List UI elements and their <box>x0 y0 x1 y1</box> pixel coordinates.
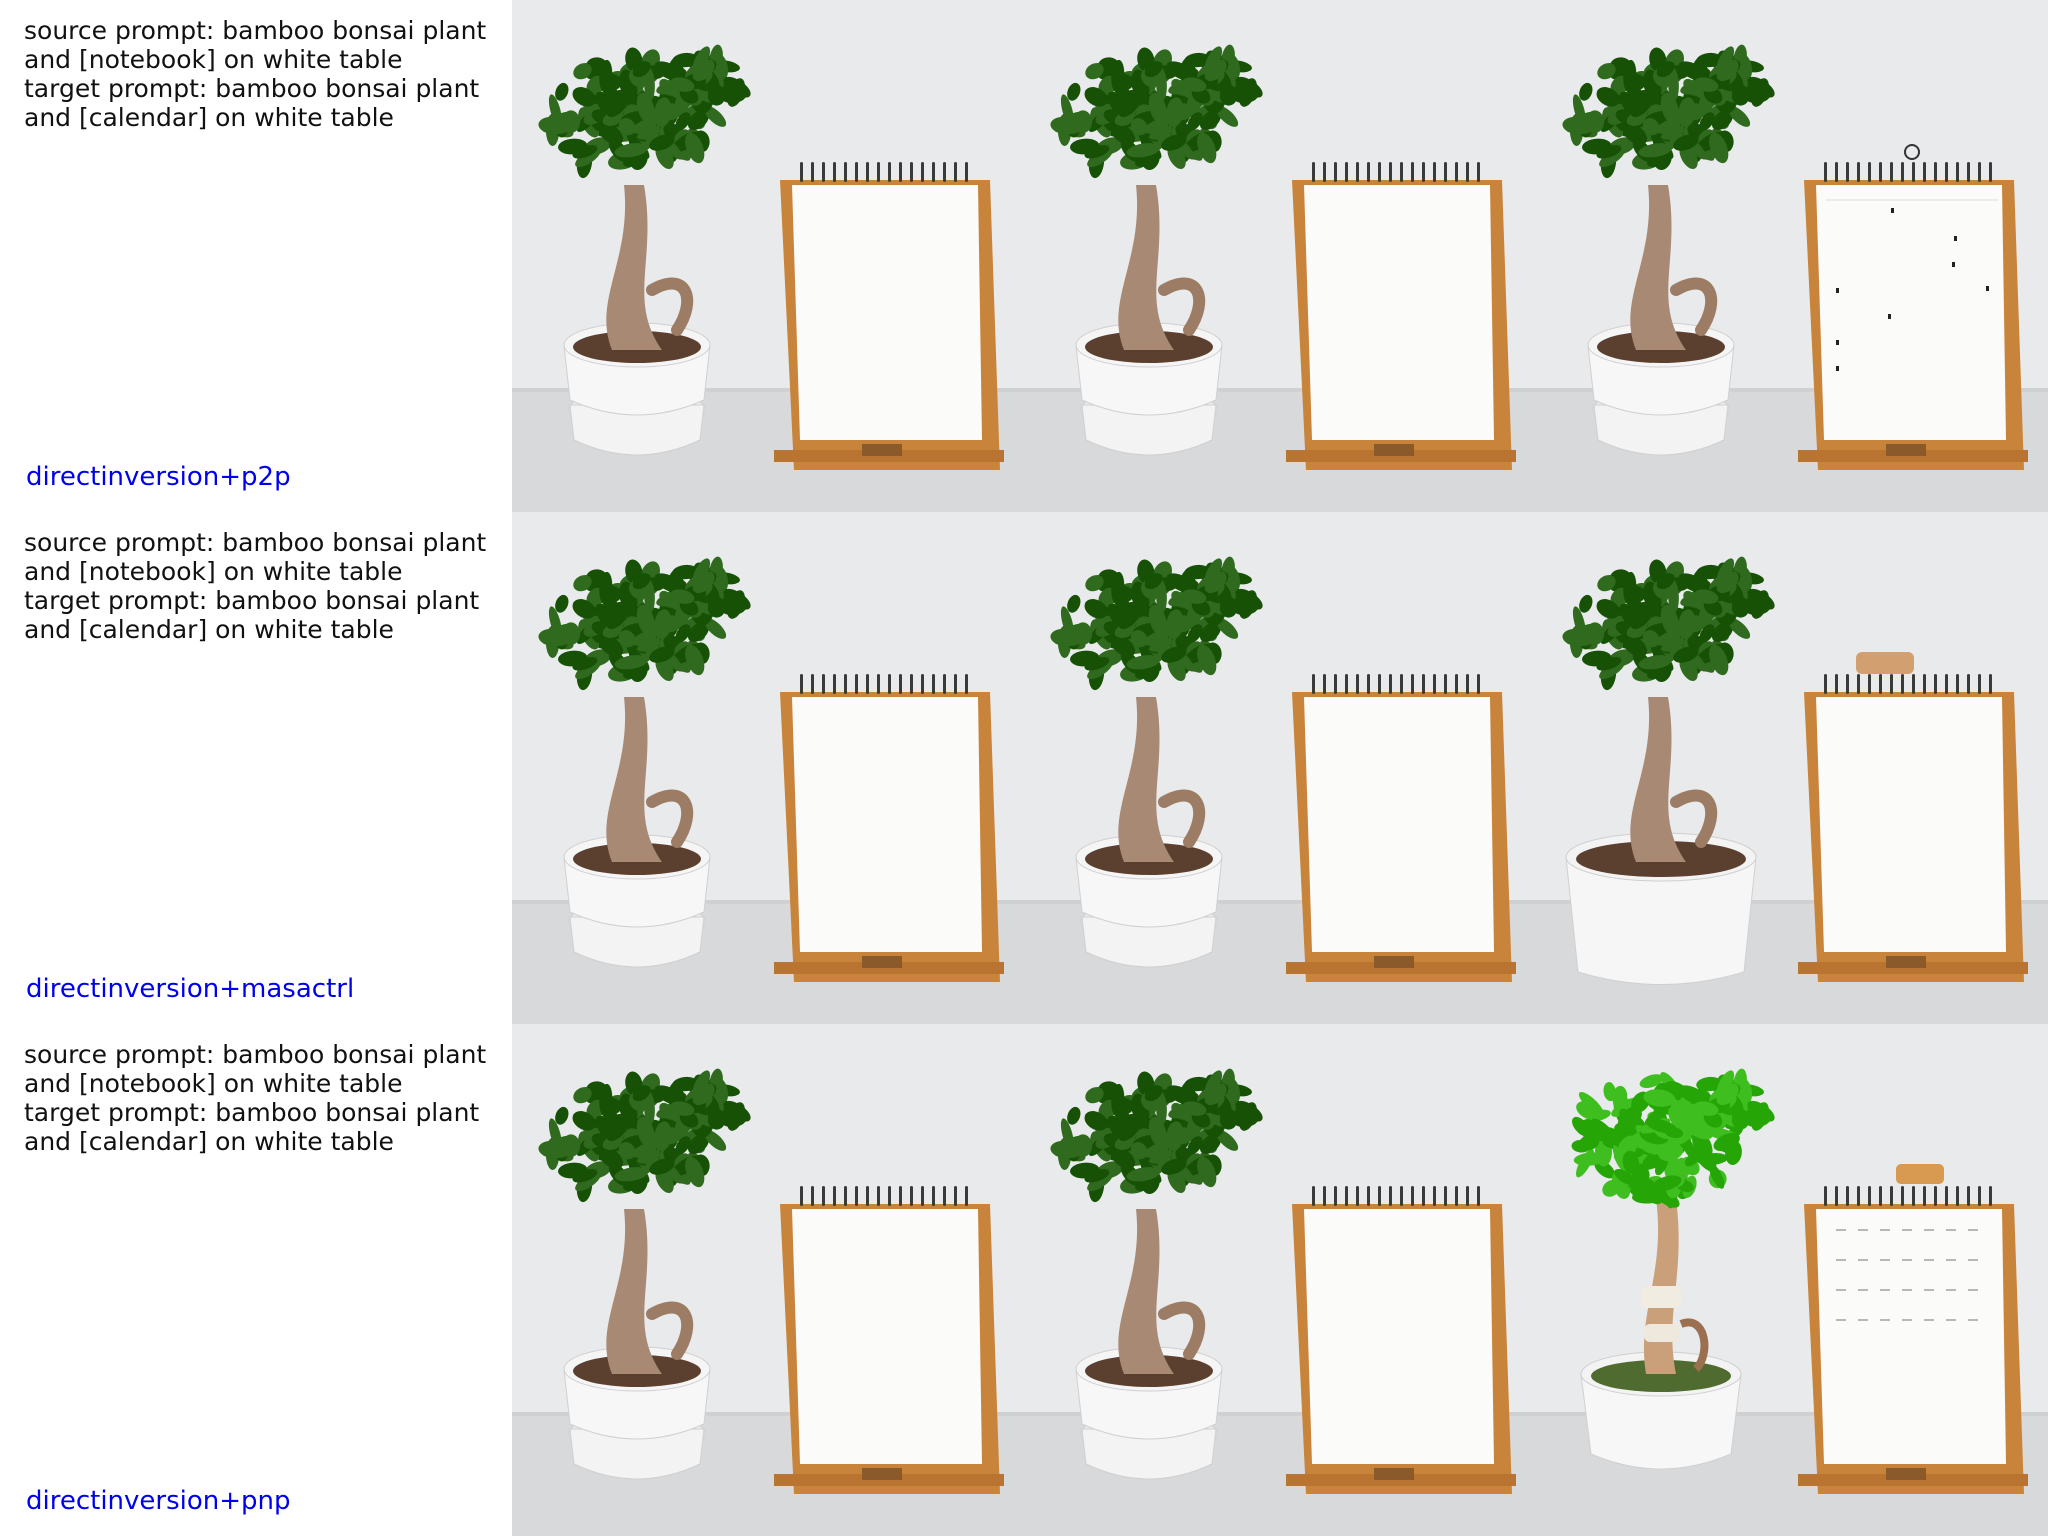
prompt-text: source prompt: bamboo bonsai plant and [… <box>24 528 504 644</box>
target-prompt-line-2: and [calendar] on white table <box>24 1127 394 1156</box>
reconstructed-image <box>1024 0 1536 512</box>
source-image <box>512 1024 1024 1536</box>
edited-image <box>1536 512 2048 1024</box>
result-row-masactrl: source prompt: bamboo bonsai plant and [… <box>0 512 2048 1024</box>
reconstructed-image <box>1024 1024 1536 1536</box>
edited-image <box>1536 0 2048 512</box>
target-prompt-line-2: and [calendar] on white table <box>24 615 394 644</box>
source-image <box>512 0 1024 512</box>
row-label-cell: source prompt: bamboo bonsai plant and [… <box>0 512 512 1024</box>
target-prompt-line-2: and [calendar] on white table <box>24 103 394 132</box>
target-prompt-line-1: target prompt: bamboo bonsai plant <box>24 1098 480 1127</box>
source-prompt-line-1: source prompt: bamboo bonsai plant <box>24 528 487 557</box>
row-label-cell: source prompt: bamboo bonsai plant and [… <box>0 0 512 512</box>
method-label: directinversion+pnp <box>26 1486 291 1516</box>
reconstructed-image <box>1024 512 1536 1024</box>
prompt-text: source prompt: bamboo bonsai plant and [… <box>24 1040 504 1156</box>
method-label: directinversion+masactrl <box>26 974 355 1004</box>
result-row-p2p: source prompt: bamboo bonsai plant and [… <box>0 0 2048 512</box>
result-row-pnp: source prompt: bamboo bonsai plant and [… <box>0 1024 2048 1536</box>
row-label-cell: source prompt: bamboo bonsai plant and [… <box>0 1024 512 1536</box>
source-prompt-line-2: and [notebook] on white table <box>24 1069 403 1098</box>
method-label: directinversion+p2p <box>26 462 291 492</box>
prompt-text: source prompt: bamboo bonsai plant and [… <box>24 16 504 132</box>
source-prompt-line-1: source prompt: bamboo bonsai plant <box>24 16 487 45</box>
target-prompt-line-1: target prompt: bamboo bonsai plant <box>24 586 480 615</box>
source-prompt-line-2: and [notebook] on white table <box>24 557 403 586</box>
edited-image <box>1536 1024 2048 1536</box>
source-prompt-line-1: source prompt: bamboo bonsai plant <box>24 1040 487 1069</box>
target-prompt-line-1: target prompt: bamboo bonsai plant <box>24 74 480 103</box>
source-prompt-line-2: and [notebook] on white table <box>24 45 403 74</box>
source-image <box>512 512 1024 1024</box>
comparison-grid: source prompt: bamboo bonsai plant and [… <box>0 0 2048 1536</box>
